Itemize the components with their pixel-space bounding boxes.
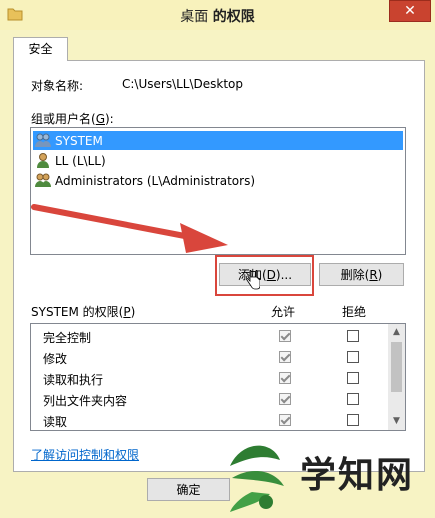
list-item-label: Administrators (L\Administrators) [55,173,256,188]
list-item-ll[interactable]: LL (L\LL) [33,151,106,170]
title-bar: 桌面 的权限 ✕ [0,0,435,30]
permission-row: 修改 [31,347,389,368]
user-icon [37,153,49,168]
admin-group-icon [35,173,51,187]
permission-row: 读取和执行 [31,368,389,389]
allow-checkbox[interactable] [279,414,291,426]
tab-security[interactable]: 安全 [13,37,68,61]
list-item-administrators[interactable]: Administrators (L\Administrators) [33,171,255,190]
deny-column-header: 拒绝 [342,305,367,319]
permission-row: 完全控制 [31,326,389,347]
deny-checkbox[interactable] [347,414,359,426]
permission-row: 列出文件夹内容 [31,389,389,410]
permission-row: 读取 [31,410,389,430]
object-name-value: C:\Users\LL\Desktop [122,77,244,91]
permissions-scrollbar[interactable]: ▲ ▼ [388,324,405,430]
allow-checkbox[interactable] [279,372,291,384]
deny-checkbox[interactable] [347,330,359,342]
allow-checkbox[interactable] [279,330,291,342]
deny-checkbox[interactable] [347,393,359,405]
scroll-up-icon[interactable]: ▲ [388,324,405,341]
list-item-system[interactable]: SYSTEM [33,131,403,150]
groups-label: 组或用户名(G): [31,112,114,126]
watermark-logo [230,445,284,512]
deny-checkbox[interactable] [347,351,359,363]
scroll-thumb[interactable] [391,342,402,392]
red-arrow-annotation [31,204,228,253]
permissions-header: SYSTEM 的权限(P) [31,305,136,319]
close-button[interactable]: ✕ [389,0,431,22]
remove-button[interactable]: 删除(R) [319,263,404,286]
scroll-down-icon[interactable]: ▼ [388,413,405,430]
add-button-highlight [215,255,314,296]
deny-checkbox[interactable] [347,372,359,384]
watermark-text: 学知网 [300,455,415,496]
permissions-table: 完全控制 修改 读取和执行 列出文件夹内容 读取 ▲ ▼ [30,323,406,431]
list-item-label: SYSTEM [55,133,103,148]
allow-column-header: 允许 [271,305,296,319]
user-group-icon [35,133,51,147]
close-icon: ✕ [404,3,416,19]
list-item-label: LL (L\LL) [55,153,106,168]
ok-button[interactable]: 确定 [147,478,230,501]
allow-checkbox[interactable] [279,351,291,363]
window-title: 桌面 的权限 [180,9,255,25]
access-control-help-link[interactable]: 了解访问控制和权限 [31,446,139,463]
object-name-label: 对象名称: [31,79,84,93]
hand-cursor-icon [246,270,260,290]
allow-checkbox[interactable] [279,393,291,405]
